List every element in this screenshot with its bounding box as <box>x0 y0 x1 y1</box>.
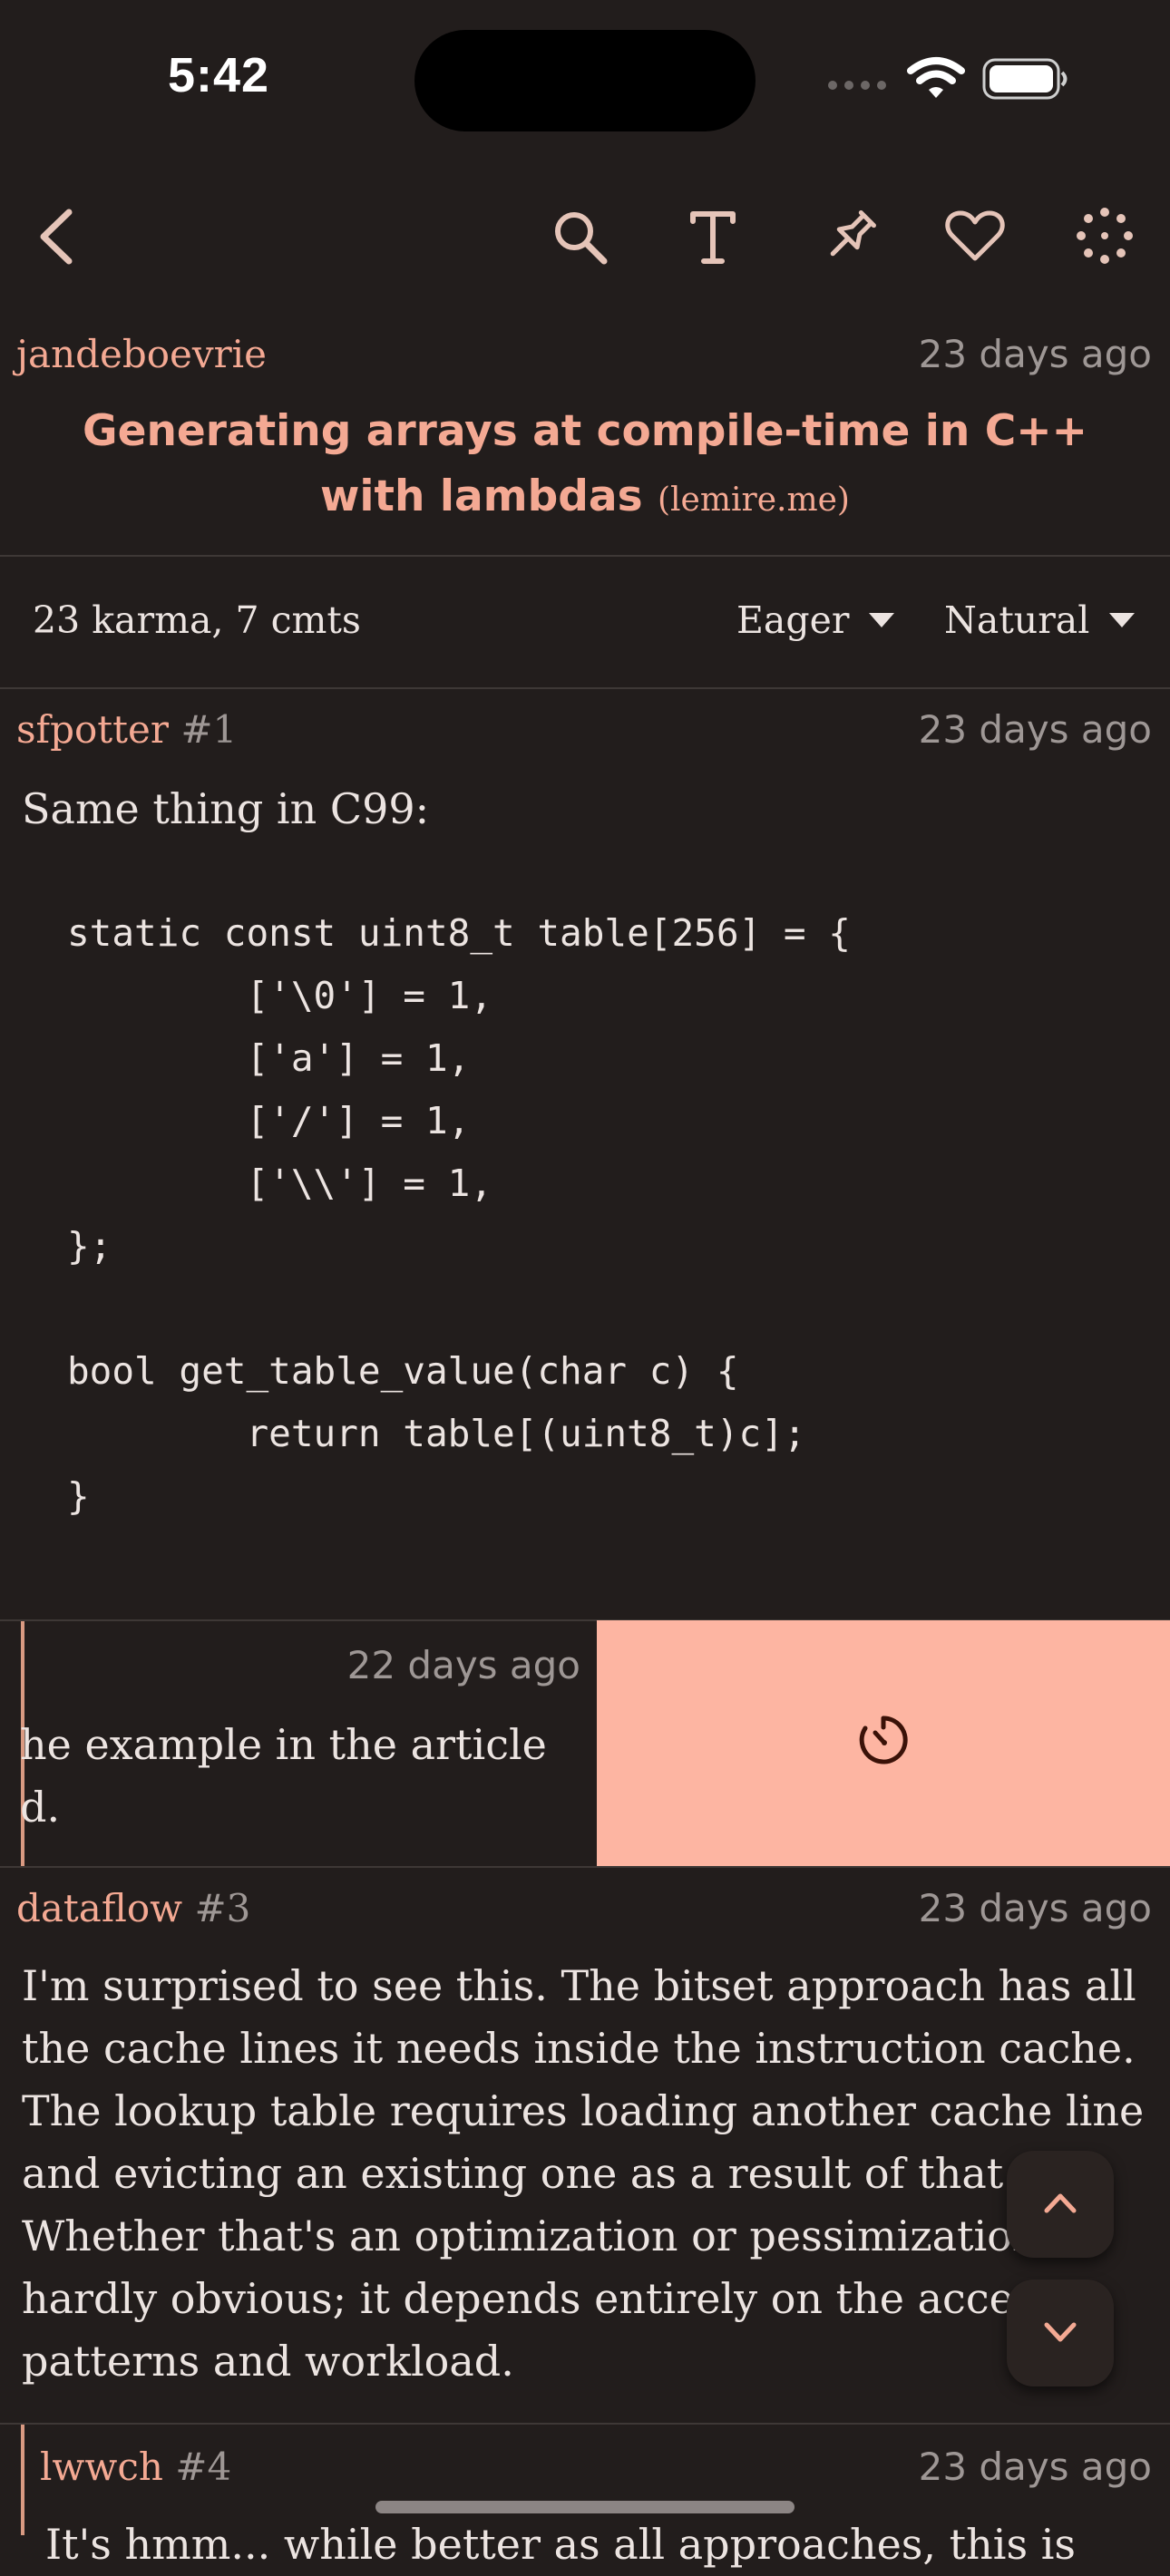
comment-author[interactable]: lwwch #4 <box>40 2445 231 2489</box>
comment-time: 23 days ago <box>918 1886 1152 1930</box>
chevron-up-icon <box>1044 2193 1077 2213</box>
comment-time: 22 days ago <box>346 1643 580 1687</box>
caret-down-icon <box>1109 613 1136 627</box>
comment-line: Whether that's an optimization or pessim… <box>22 2211 1087 2260</box>
search-icon <box>555 212 608 265</box>
post-stats: 23 karma, 7 cmts <box>33 598 361 642</box>
scroll-down-button[interactable] <box>1007 2280 1114 2386</box>
favorite-button[interactable] <box>945 209 1005 263</box>
comment-author-name[interactable]: sfpotter <box>16 707 169 752</box>
pin-button[interactable] <box>822 207 880 265</box>
comment-text: I'm surprised to see this. The bitset ap… <box>22 1955 1155 2393</box>
loading-spinner-icon[interactable] <box>1076 207 1134 265</box>
comment-index: #4 <box>175 2445 232 2489</box>
divider <box>0 1866 1170 1868</box>
comment-author-name[interactable]: dataflow <box>16 1886 182 1930</box>
divider <box>0 555 1170 557</box>
status-time: 5:42 <box>168 48 270 102</box>
chevron-down-icon <box>1044 2322 1077 2342</box>
comment-text: Same thing in C99: <box>22 784 430 833</box>
code-block: static const uint8_t table[256] = { ['\0… <box>67 911 851 1518</box>
post-domain[interactable]: (lemire.me) <box>658 481 850 519</box>
snooze-timer-icon <box>859 1716 908 1764</box>
comment-line: the cache lines it needs inside the inst… <box>22 2024 1136 2073</box>
post-author[interactable]: jandeboevrie <box>16 332 267 376</box>
pin-icon <box>830 210 876 257</box>
post-title-text[interactable]: Generating arrays at compile-time in C++… <box>83 406 1087 521</box>
swiped-comment[interactable]: 22 days ago he example in the article d. <box>0 1621 597 1866</box>
comment-author-name[interactable]: lwwch <box>40 2445 163 2489</box>
back-button[interactable] <box>34 205 80 268</box>
comment-line: The lookup table requires loading anothe… <box>22 2086 1145 2135</box>
comment-author[interactable]: dataflow #3 <box>16 1886 250 1930</box>
sort-dropdown-label: Natural <box>944 598 1090 642</box>
swipe-action-panel[interactable] <box>597 1620 1170 1866</box>
comment-time: 23 days ago <box>918 2445 1152 2489</box>
comment-index: #3 <box>194 1886 251 1930</box>
cellular-signal-icon <box>825 76 889 94</box>
dynamic-island <box>414 30 756 131</box>
comment-index: #1 <box>180 707 238 752</box>
scroll-up-button[interactable] <box>1007 2151 1114 2258</box>
comment-text: d. <box>20 1783 61 1832</box>
filter-dropdown-label: Eager <box>736 598 850 642</box>
filter-dropdown[interactable]: Eager <box>736 598 895 642</box>
divider <box>0 687 1170 689</box>
wifi-icon <box>907 56 965 100</box>
text-size-icon <box>690 211 736 264</box>
thread-line <box>21 2425 24 2535</box>
comment-line: hardly obvious; it depends entirely on t… <box>22 2274 1058 2323</box>
divider <box>0 2423 1170 2425</box>
sort-dropdown[interactable]: Natural <box>944 598 1136 642</box>
comment-line: patterns and workload. <box>22 2337 514 2386</box>
comment-line: I'm surprised to see this. The bitset ap… <box>22 1961 1136 2010</box>
comment-line: and evicting an existing one as a result… <box>22 2149 1017 2198</box>
battery-icon <box>982 58 1069 100</box>
post-time: 23 days ago <box>918 332 1152 376</box>
home-indicator[interactable] <box>375 2501 795 2513</box>
comment-text: he example in the article <box>20 1720 547 1769</box>
heart-icon <box>945 210 1005 261</box>
comment-time: 23 days ago <box>918 707 1152 752</box>
post-title[interactable]: Generating arrays at compile-time in C++… <box>36 399 1134 533</box>
text-size-button[interactable] <box>687 210 738 265</box>
caret-down-icon <box>869 613 895 627</box>
search-button[interactable] <box>551 209 609 267</box>
comment-text: It's hmm... while better as all approach… <box>45 2520 1077 2569</box>
comment-author[interactable]: sfpotter #1 <box>16 707 237 752</box>
